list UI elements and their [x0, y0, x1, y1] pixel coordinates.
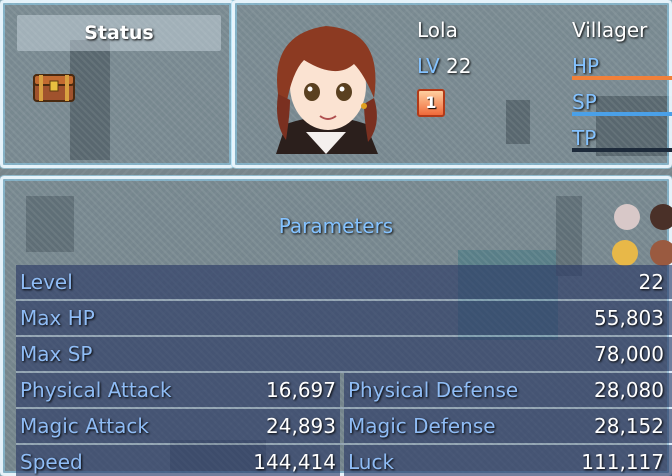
param-value: 55,803 — [594, 306, 664, 330]
param-label: Level — [20, 270, 73, 294]
tp-label: TP — [572, 126, 597, 150]
tp-gauge — [572, 148, 672, 152]
param-label: Magic Defense — [348, 414, 496, 438]
param-row-max-sp — [16, 337, 672, 371]
state-buff-icon: 1 — [417, 89, 445, 117]
param-row-level — [16, 265, 672, 299]
param-label: Speed — [20, 450, 83, 474]
actor-face-image — [276, 26, 378, 154]
hp-label: HP — [572, 54, 600, 78]
actor-name: Lola — [417, 18, 458, 42]
actor-portrait — [256, 14, 396, 154]
param-value: 78,000 — [594, 342, 664, 366]
sp-label: SP — [572, 90, 597, 114]
parameters-title: Parameters — [278, 214, 394, 238]
param-value: 22 — [638, 270, 664, 294]
party-sprite — [650, 240, 672, 266]
param-row-max-hp — [16, 301, 672, 335]
param-label: Physical Attack — [20, 378, 172, 402]
level-label: LV — [417, 54, 440, 78]
param-value: 16,697 — [266, 378, 336, 402]
hp-gauge — [572, 76, 672, 80]
param-value: 28,080 — [594, 378, 664, 402]
level-value: 22 — [446, 54, 472, 78]
param-value: 28,152 — [594, 414, 664, 438]
party-sprite — [612, 240, 638, 266]
status-command[interactable]: Status — [17, 15, 221, 51]
param-value: 111,117 — [581, 450, 664, 474]
param-value: 144,414 — [253, 450, 336, 474]
actor-class: Villager — [572, 18, 648, 42]
param-value: 24,893 — [266, 414, 336, 438]
sp-gauge — [572, 112, 672, 116]
param-label: Max HP — [20, 306, 95, 330]
param-label: Physical Defense — [348, 378, 519, 402]
command-window: Status — [0, 0, 234, 168]
param-label: Luck — [348, 450, 395, 474]
param-label: Magic Attack — [20, 414, 149, 438]
treasure-chest-icon — [33, 74, 75, 102]
param-label: Max SP — [20, 342, 93, 366]
